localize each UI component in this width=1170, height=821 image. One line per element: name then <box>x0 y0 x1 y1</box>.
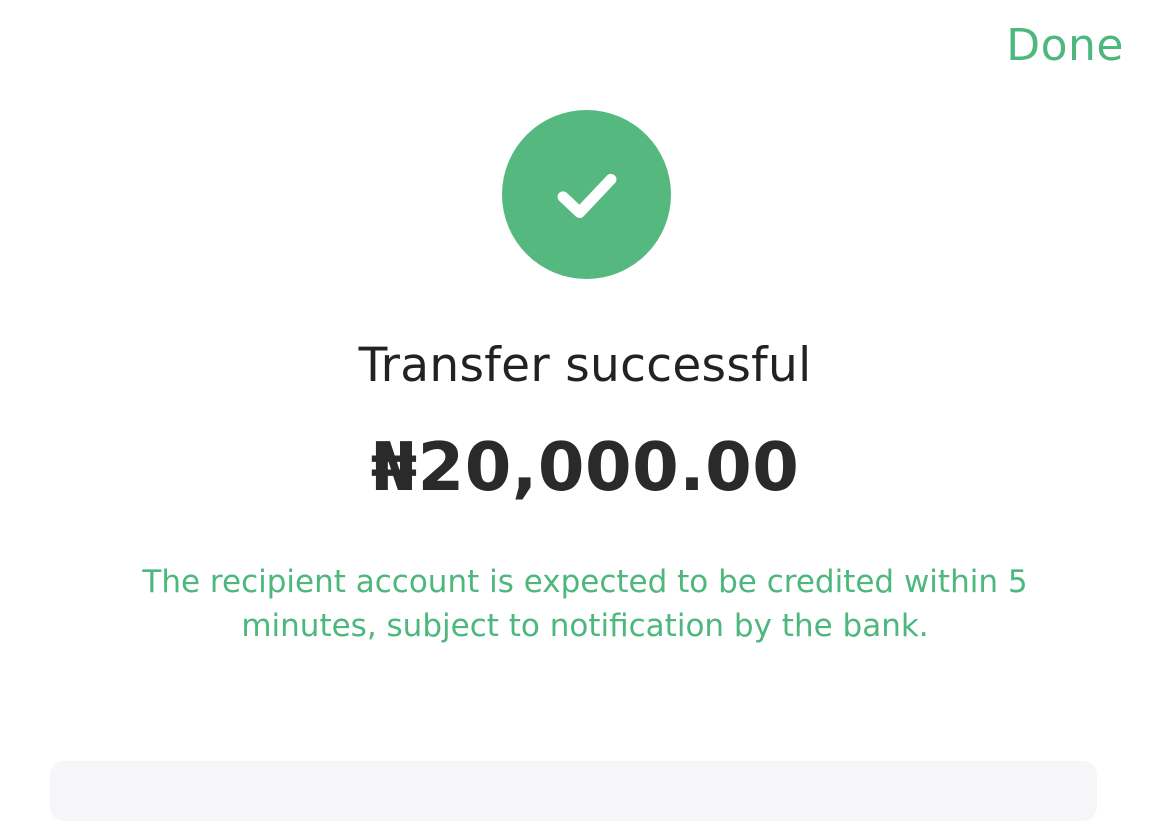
checkmark-icon <box>557 173 616 218</box>
transaction-details-card <box>50 761 1097 821</box>
status-title: Transfer successful <box>358 338 812 393</box>
transfer-amount: ₦20,000.00 <box>370 428 800 506</box>
credit-notice: The recipient account is expected to be … <box>142 564 1028 644</box>
done-button[interactable]: Done <box>1006 16 1124 75</box>
checkmark-circle-icon <box>502 110 671 279</box>
